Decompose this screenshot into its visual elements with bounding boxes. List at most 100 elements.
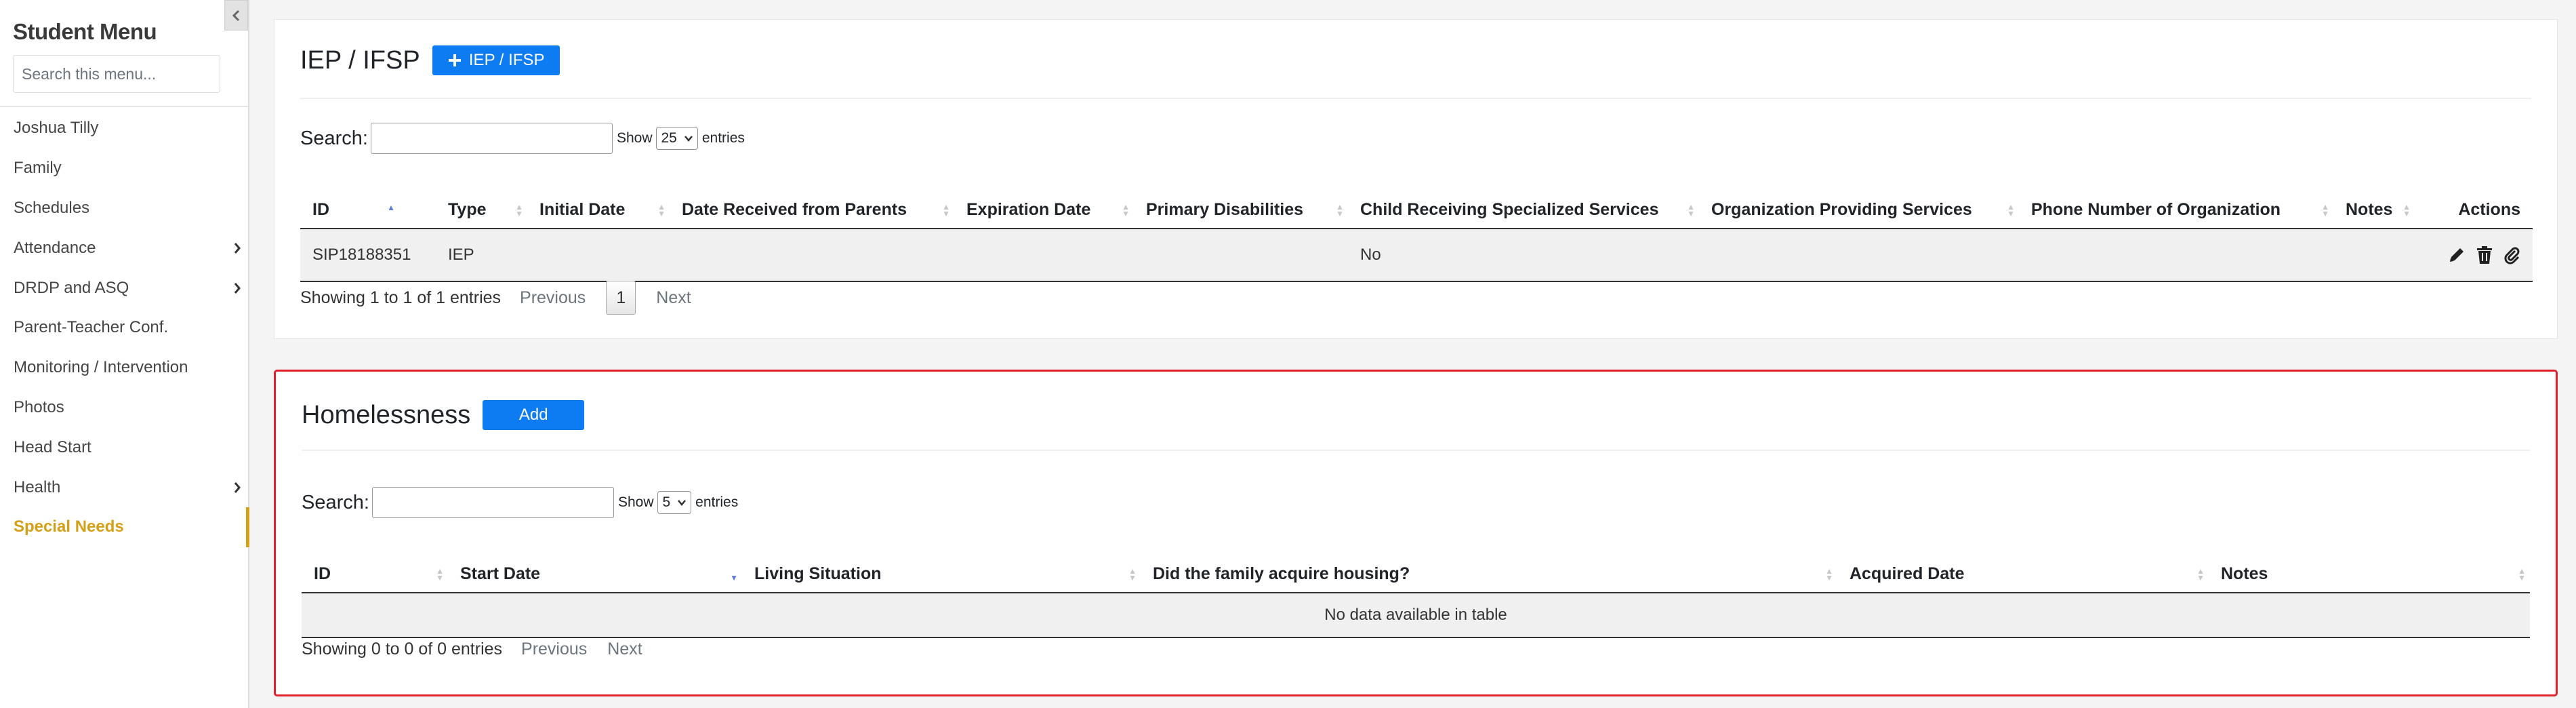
- sidebar-item-health[interactable]: Health: [0, 467, 248, 507]
- show-label: Show: [616, 130, 653, 146]
- attachment-paperclip-icon[interactable]: [2503, 245, 2520, 264]
- cell-specialized-services: No: [1348, 229, 1699, 282]
- col-type[interactable]: Type ▲ ▼: [436, 192, 527, 229]
- sort-icon: ▲ ▼: [2196, 566, 2205, 583]
- previous-page-button[interactable]: Previous: [520, 288, 586, 308]
- sidebar-item-label: Head Start: [14, 437, 91, 456]
- sidebar-item-label: Family: [14, 159, 62, 178]
- col-date-received[interactable]: Date Received from Parents ▲ ▼: [670, 192, 954, 229]
- chevron-right-icon: [234, 282, 241, 294]
- cell-date-received: [670, 229, 954, 282]
- page-length-value: 25: [661, 130, 677, 146]
- empty-table-message: No data available in table: [302, 593, 2530, 638]
- sort-icon: ▲ ▼: [1128, 566, 1137, 583]
- student-menu-sidebar: Student Menu Joshua Tilly Family Schedul…: [0, 0, 249, 708]
- chevron-right-icon: [234, 481, 241, 493]
- sort-icon: ▲ ▼: [2007, 201, 2015, 218]
- pagination: Previous 1 Next: [520, 281, 712, 315]
- add-iep-label: IEP / IFSP: [468, 51, 545, 69]
- iep-table: ID ▲ Type ▲ ▼ Initial Date ▲ ▼ Date Received …: [300, 192, 2533, 282]
- entries-label: entries: [701, 130, 745, 146]
- cell-type: IEP: [436, 229, 527, 282]
- iep-ifsp-card: IEP / IFSP IEP / IFSP Search: Show 25 en…: [274, 19, 2558, 339]
- iep-search-input[interactable]: [370, 123, 613, 154]
- sort-icon: ▲ ▼: [1687, 201, 1695, 218]
- menu-divider: [0, 106, 248, 107]
- cell-organization: [1699, 229, 2019, 282]
- entries-label: entries: [695, 494, 739, 510]
- sort-icon: ▲ ▼: [1336, 201, 1344, 218]
- col-acquired-date[interactable]: Acquired Date ▲ ▼: [1837, 556, 2209, 593]
- table-controls: Search: Show 25 entries: [300, 123, 749, 154]
- col-living-situation[interactable]: Living Situation ▲ ▼: [742, 556, 1141, 593]
- page-length-select[interactable]: 25: [656, 127, 698, 150]
- sort-icon: ▲ ▼: [2321, 201, 2329, 218]
- cell-primary-disabilities: [1134, 229, 1348, 282]
- sort-desc-icon: ▲▼: [730, 572, 738, 583]
- col-acquire-housing[interactable]: Did the family acquire housing? ▲ ▼: [1141, 556, 1837, 593]
- sort-icon: ▲ ▼: [2403, 201, 2411, 218]
- delete-trash-icon[interactable]: [2476, 245, 2493, 264]
- cell-actions: [2415, 229, 2533, 282]
- sidebar-item-head-start[interactable]: Head Start: [0, 427, 248, 467]
- cell-initial-date: [527, 229, 670, 282]
- sidebar-item-family[interactable]: Family: [0, 149, 248, 189]
- sidebar-item-student[interactable]: Joshua Tilly: [0, 109, 248, 149]
- sidebar-item-label: Parent-Teacher Conf.: [14, 318, 169, 337]
- add-homelessness-label: Add: [518, 406, 548, 424]
- add-iep-button[interactable]: IEP / IFSP: [432, 45, 560, 75]
- homelessness-search-input[interactable]: [371, 487, 614, 518]
- sort-icon: ▲ ▼: [436, 566, 444, 583]
- table-header-row: ID ▲ Type ▲ ▼ Initial Date ▲ ▼ Date Received …: [300, 192, 2533, 229]
- sidebar-title: Student Menu: [13, 19, 157, 44]
- table-controls: Search: Show 5 entries: [302, 487, 742, 518]
- sort-icon: ▲ ▼: [1825, 566, 1833, 583]
- sidebar-item-photos[interactable]: Photos: [0, 388, 248, 428]
- sidebar-item-monitoring[interactable]: Monitoring / Intervention: [0, 348, 248, 388]
- add-homelessness-button[interactable]: Add: [483, 400, 585, 430]
- sort-icon: ▲ ▼: [1122, 201, 1130, 218]
- chevron-left-icon: [232, 9, 239, 21]
- page-length-select[interactable]: 5: [657, 491, 692, 514]
- col-id[interactable]: ID ▲: [300, 192, 436, 229]
- col-primary-disabilities[interactable]: Primary Disabilities ▲ ▼: [1134, 192, 1348, 229]
- col-phone[interactable]: Phone Number of Organization ▲ ▼: [2019, 192, 2333, 229]
- col-initial-date[interactable]: Initial Date ▲ ▼: [527, 192, 670, 229]
- col-specialized-services[interactable]: Child Receiving Specialized Services ▲ ▼: [1348, 192, 1699, 229]
- card-header: Homelessness Add: [302, 400, 585, 430]
- page-length-value: 5: [662, 494, 671, 510]
- col-notes[interactable]: Notes ▲ ▼: [2209, 556, 2530, 593]
- edit-pencil-icon[interactable]: [2447, 245, 2466, 264]
- sidebar-item-schedules[interactable]: Schedules: [0, 189, 248, 229]
- table-info: Showing 1 to 1 of 1 entries: [300, 288, 502, 307]
- sort-asc-icon: ▲: [387, 203, 395, 212]
- col-notes[interactable]: Notes ▲ ▼: [2333, 192, 2415, 229]
- table-info: Showing 0 to 0 of 0 entries: [302, 640, 503, 658]
- sidebar-collapse-button[interactable]: [224, 0, 248, 31]
- cell-notes: [2333, 229, 2415, 282]
- sort-icon: ▲ ▼: [2518, 566, 2526, 583]
- table-footer: Showing 1 to 1 of 1 entries Previous 1 N…: [300, 281, 712, 315]
- next-page-button[interactable]: Next: [656, 288, 691, 308]
- col-id[interactable]: ID ▲ ▼: [302, 556, 448, 593]
- col-organization[interactable]: Organization Providing Services ▲ ▼: [1699, 192, 2019, 229]
- next-page-button[interactable]: Next: [607, 640, 642, 659]
- sidebar-item-parent-teacher[interactable]: Parent-Teacher Conf.: [0, 308, 248, 348]
- previous-page-button[interactable]: Previous: [521, 640, 587, 659]
- sidebar-item-label: Monitoring / Intervention: [14, 358, 188, 377]
- homelessness-table: ID▲▼ Start Date▲▼ Living Situation▲▼ Did…: [302, 556, 2530, 638]
- cell-id: SIP18188351: [300, 229, 436, 282]
- chevron-down-icon: [678, 500, 687, 506]
- search-label: Search:: [302, 491, 369, 513]
- menu-search-input[interactable]: [13, 55, 220, 93]
- show-label: Show: [617, 494, 654, 510]
- sidebar-item-special-needs[interactable]: Special Needs: [0, 507, 249, 547]
- page-1-button[interactable]: 1: [606, 281, 636, 315]
- sidebar-item-attendance[interactable]: Attendance: [0, 228, 248, 268]
- col-start-date[interactable]: Start Date▲▼: [448, 556, 742, 593]
- sidebar-item-drdp-asq[interactable]: DRDP and ASQ: [0, 268, 248, 308]
- card-header: IEP / IFSP IEP / IFSP: [300, 45, 560, 75]
- col-expiration-date[interactable]: Expiration Date ▲ ▼: [954, 192, 1134, 229]
- sidebar-item-label: DRDP and ASQ: [14, 278, 129, 297]
- col-actions: Actions: [2415, 192, 2533, 229]
